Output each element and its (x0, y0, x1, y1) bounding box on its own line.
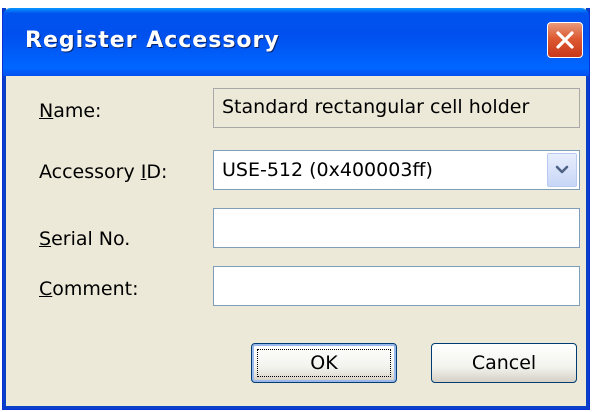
ok-button[interactable]: OK (251, 343, 397, 383)
dialog-title: Register Accessory (25, 28, 280, 53)
accessory-id-label: Accessory ID: (39, 161, 168, 183)
name-value: Standard rectangular cell holder (222, 96, 530, 118)
cancel-button[interactable]: Cancel (431, 343, 577, 383)
accessory-id-select[interactable]: USE-512 (0x400003ff) (213, 150, 580, 190)
accessory-id-value: USE-512 (0x400003ff) (222, 159, 433, 181)
serial-no-label: Serial No. (39, 228, 131, 250)
serial-no-input[interactable] (213, 208, 580, 248)
dropdown-button[interactable] (547, 153, 577, 187)
focus-indicator (257, 349, 391, 377)
name-field: Standard rectangular cell holder (213, 88, 580, 128)
title-bar[interactable]: Register Accessory (3, 8, 589, 76)
close-icon (556, 31, 574, 49)
register-accessory-dialog: Register Accessory Name: Standard rectan… (2, 8, 590, 410)
comment-input[interactable] (213, 266, 580, 306)
name-label: Name: (39, 100, 102, 122)
chevron-down-icon (555, 165, 569, 174)
comment-label: Comment: (39, 278, 139, 300)
close-button[interactable] (547, 22, 583, 58)
